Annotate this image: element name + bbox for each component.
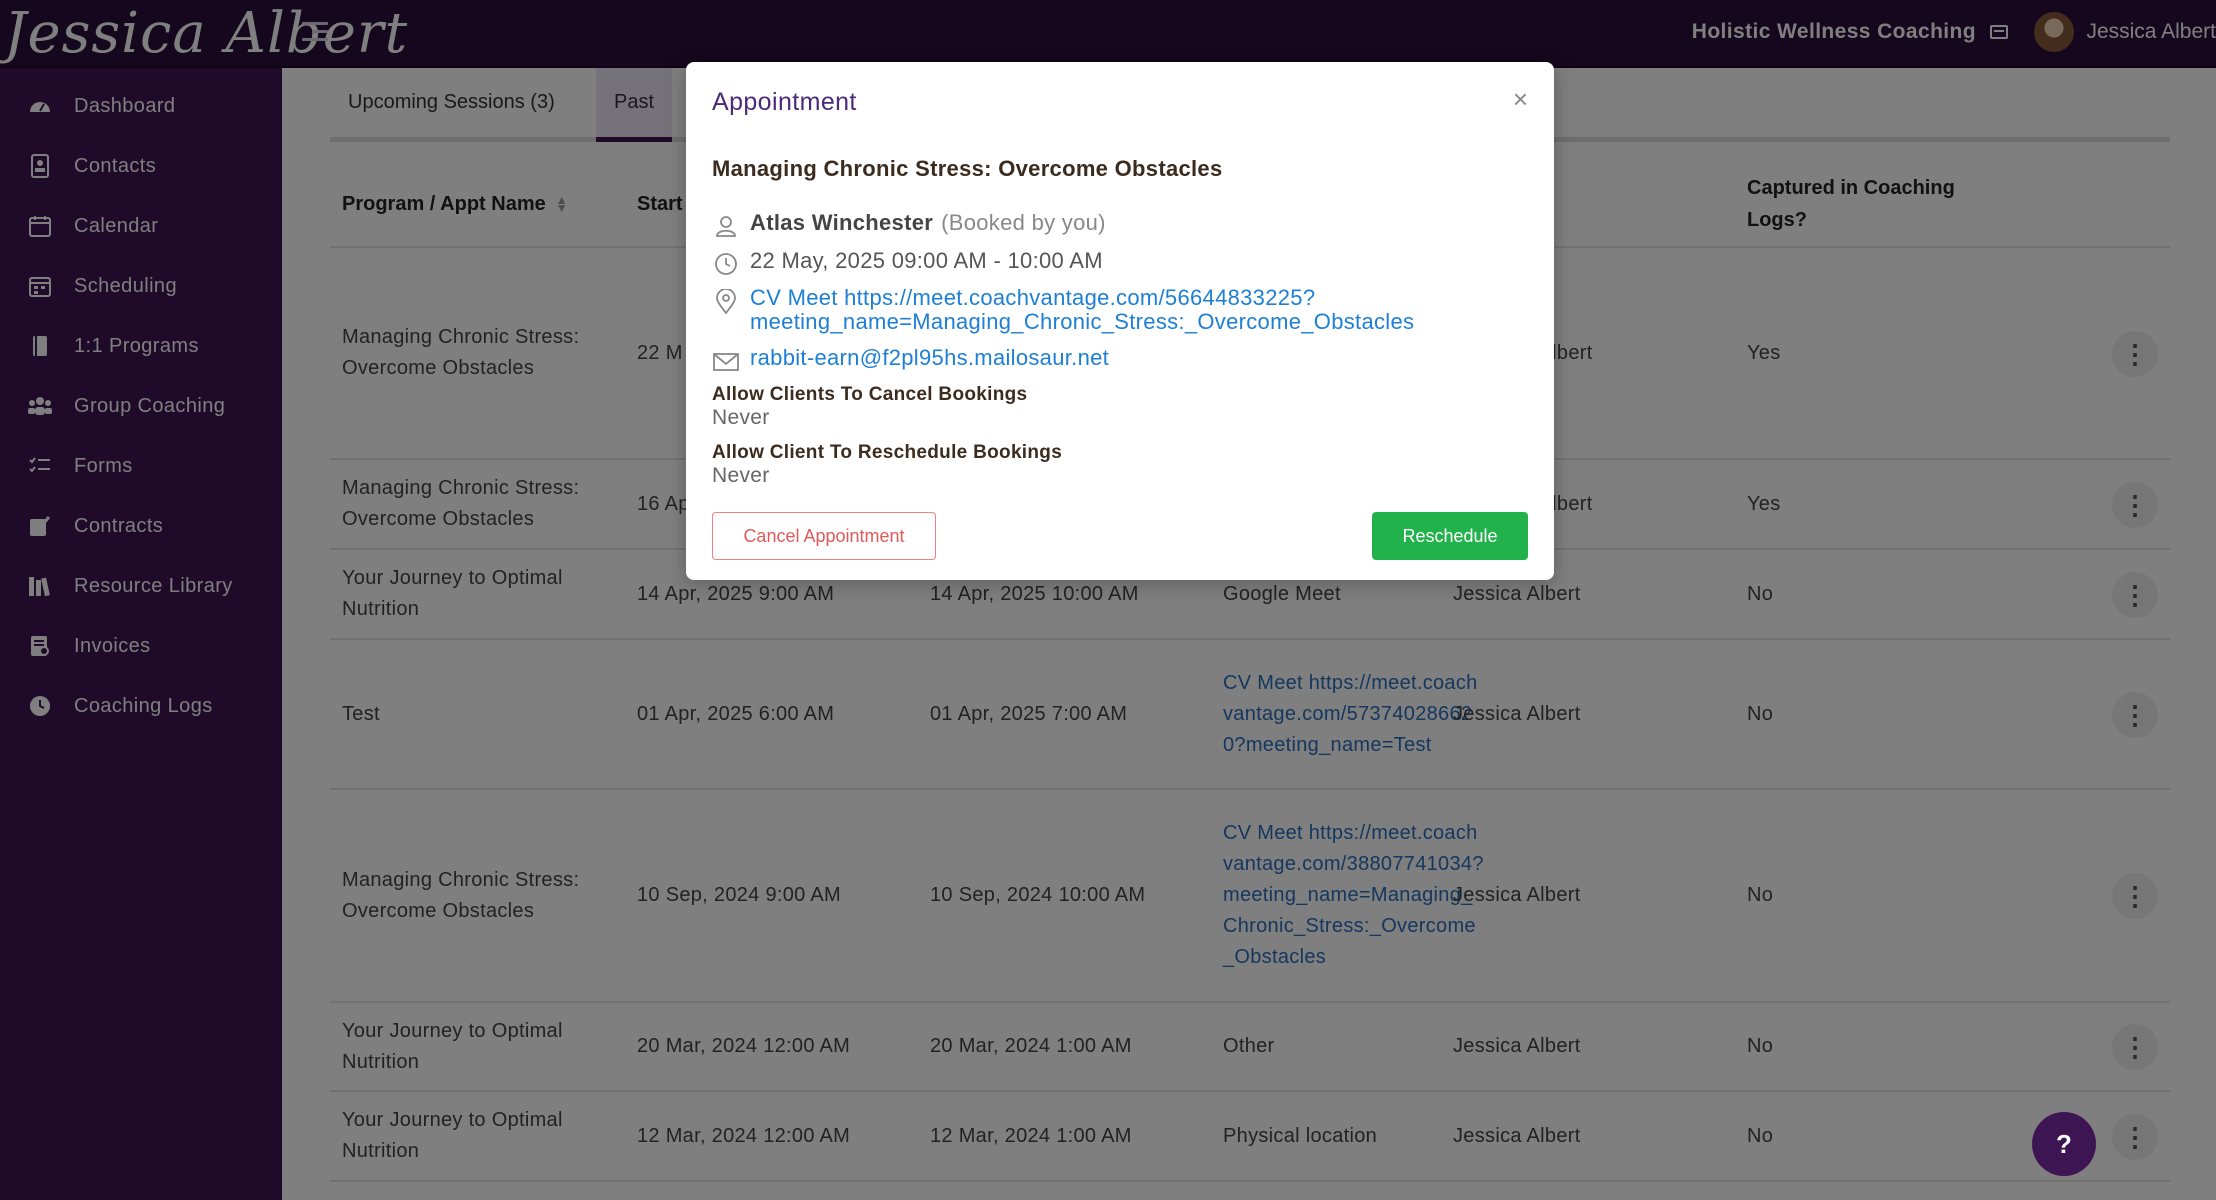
close-icon[interactable]: × (1513, 84, 1528, 115)
modal-title: Appointment (712, 88, 857, 116)
meeting-link-line2: meeting_name=Managing_Chronic_Stress:_Ov… (750, 309, 1415, 334)
appointment-modal: Appointment × Managing Chronic Stress: O… (686, 62, 1554, 580)
appointment-name: Managing Chronic Stress: Overcome Obstac… (712, 156, 1223, 181)
reschedule-policy-value: Never (712, 464, 770, 487)
datetime-line: 22 May, 2025 09:00 AM - 10:00 AM (712, 248, 1103, 278)
user-icon (712, 212, 740, 240)
client-email[interactable]: rabbit-earn@f2pl95hs.mailosaur.net (750, 346, 1109, 370)
email-line: rabbit-earn@f2pl95hs.mailosaur.net (712, 346, 1109, 376)
client-name: Atlas Winchester (750, 210, 934, 235)
reschedule-button[interactable]: Reschedule (1372, 512, 1528, 560)
cancel-policy-label: Allow Clients To Cancel Bookings (712, 384, 1028, 405)
client-line: Atlas Winchester (Booked by you) (712, 210, 1106, 240)
booked-by: (Booked by you) (941, 210, 1106, 235)
clock-icon (712, 250, 740, 278)
appointment-datetime: 22 May, 2025 09:00 AM - 10:00 AM (750, 248, 1103, 273)
reschedule-policy-label: Allow Client To Reschedule Bookings (712, 442, 1063, 463)
help-button[interactable]: ? (2032, 1112, 2096, 1176)
cancel-policy-value: Never (712, 406, 770, 429)
location-pin-icon (712, 288, 740, 316)
mail-icon (712, 348, 740, 376)
meeting-link[interactable]: CV Meet https://meet.coachvantage.com/56… (750, 286, 1414, 334)
meeting-link-line1: CV Meet https://meet.coachvantage.com/56… (750, 285, 1316, 310)
cancel-appointment-button[interactable]: Cancel Appointment (712, 512, 936, 560)
location-line: CV Meet https://meet.coachvantage.com/56… (712, 286, 1414, 334)
